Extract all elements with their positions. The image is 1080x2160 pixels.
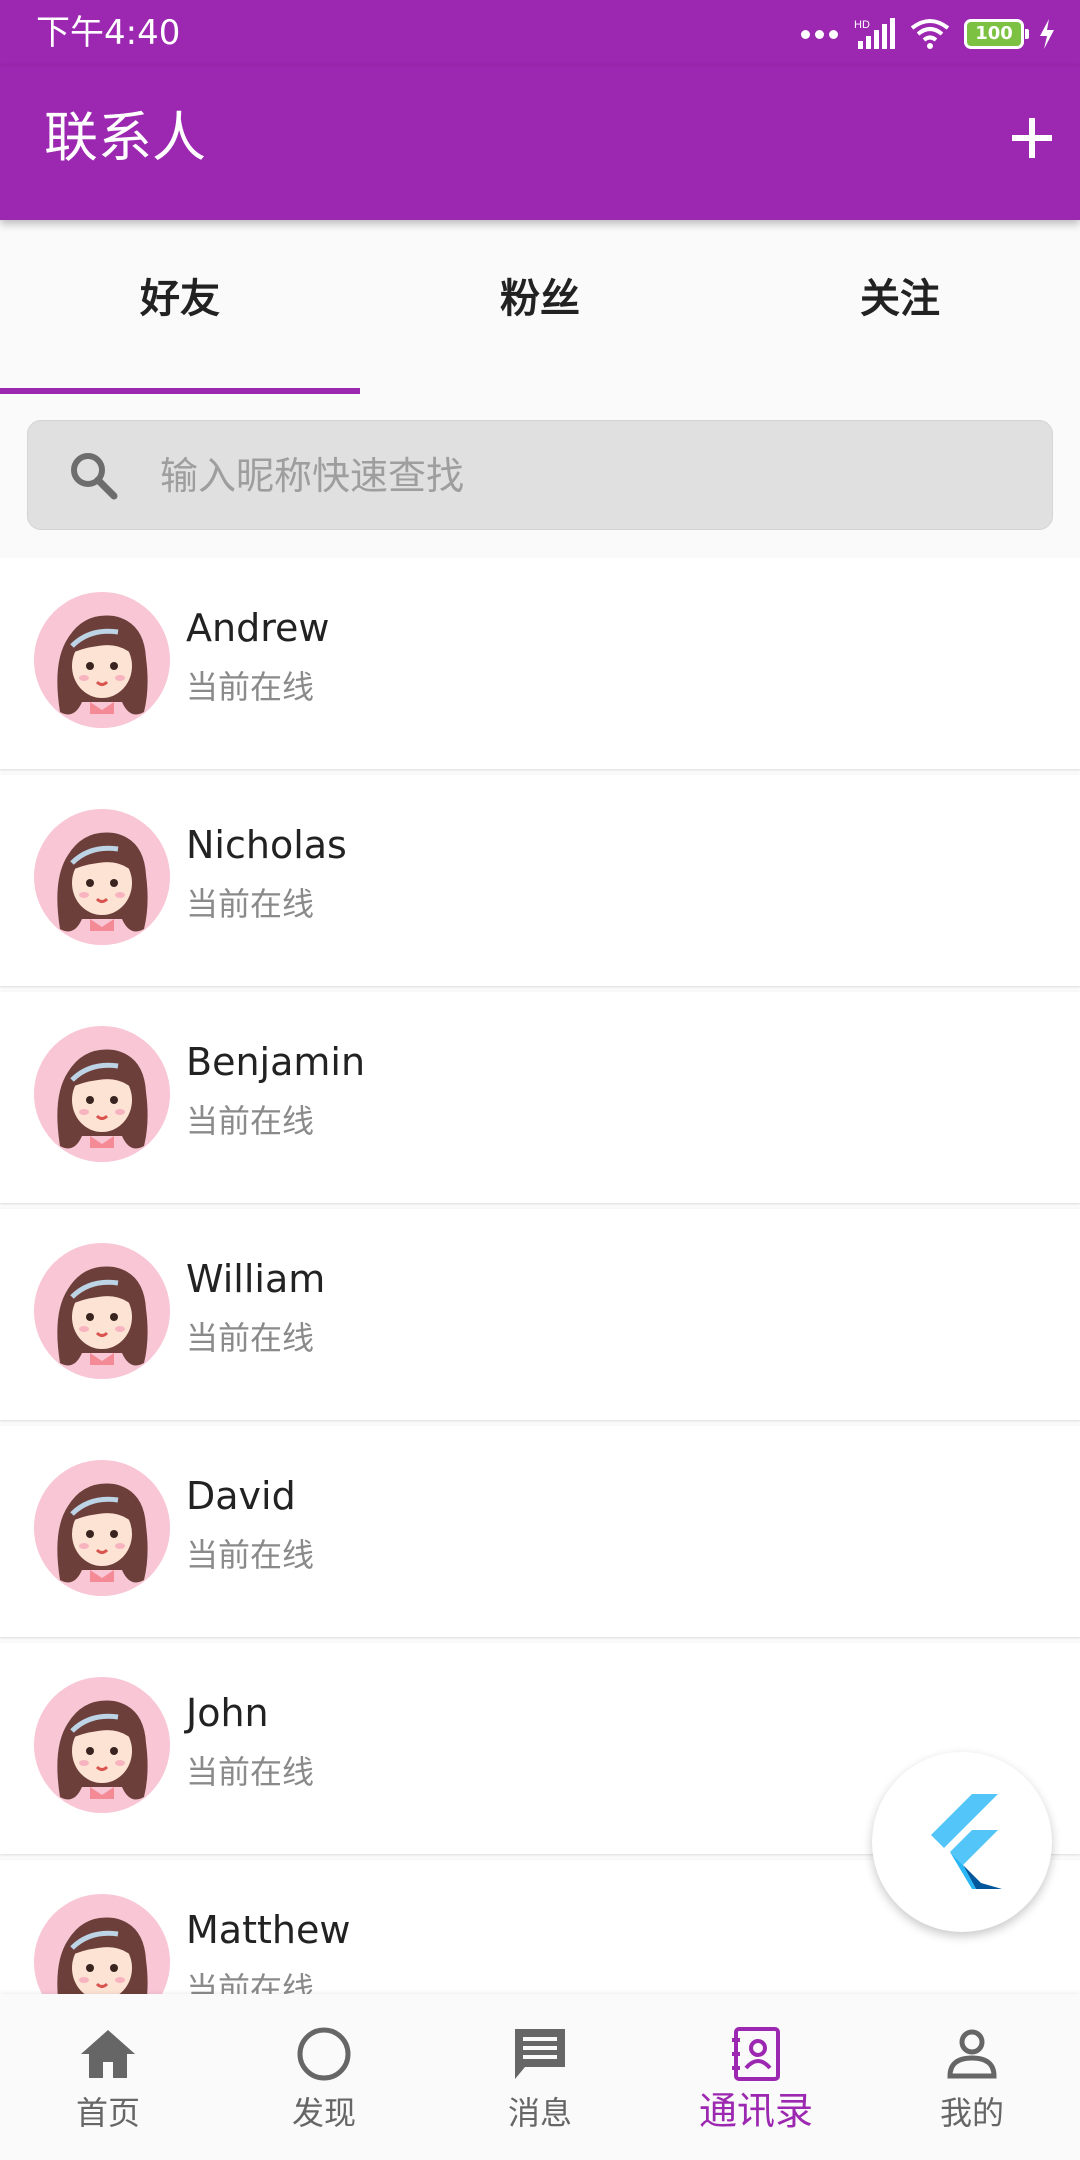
nav-item-discover[interactable]: 发现 <box>216 1994 432 2160</box>
more-dots-icon <box>801 29 838 39</box>
contact-list-item[interactable]: William 当前在线 <box>0 1209 1080 1420</box>
tab-bar: 好友 粉丝 关注 <box>0 220 1080 394</box>
tab-indicator <box>0 388 360 394</box>
contact-avatar <box>34 1026 170 1162</box>
contact-name: William <box>186 1257 326 1301</box>
contact-list-item[interactable]: Andrew 当前在线 <box>0 558 1080 769</box>
app-bar: 联系人 <box>0 66 1080 220</box>
contact-status: 当前在线 <box>186 668 315 706</box>
circle-icon <box>297 2027 351 2081</box>
tab-following[interactable]: 关注 <box>720 220 1080 394</box>
contact-status: 当前在线 <box>186 1753 315 1791</box>
nav-label-home: 首页 <box>75 2094 140 2132</box>
contact-name: David <box>186 1474 296 1518</box>
nav-label-messages: 消息 <box>507 2094 572 2132</box>
page-title: 联系人 <box>44 106 206 169</box>
plus-icon <box>1012 118 1052 158</box>
contact-status: 当前在线 <box>186 1102 315 1140</box>
person-icon <box>947 2029 997 2079</box>
nav-label-contacts: 通讯录 <box>698 2089 813 2133</box>
signal-icon: HD <box>854 18 895 49</box>
wifi-icon <box>910 19 950 49</box>
contact-status: 当前在线 <box>186 1536 315 1574</box>
contact-avatar <box>34 1894 170 1994</box>
search-icon <box>71 453 118 500</box>
battery-level: 100 <box>975 23 1013 44</box>
tab-friends[interactable]: 好友 <box>0 220 360 394</box>
contact-avatar <box>34 1460 170 1596</box>
tab-fans[interactable]: 粉丝 <box>360 220 720 394</box>
contact-status: 当前在线 <box>186 1319 315 1357</box>
contact-name: Benjamin <box>186 1040 366 1084</box>
app-screen: 下午4:40 HD 100 联系人 好友 粉丝 关注 输入昵称快速查找 Andr… <box>0 0 1080 2160</box>
add-contact-button[interactable] <box>996 102 1068 174</box>
contact-list-item[interactable]: Benjamin 当前在线 <box>0 992 1080 1203</box>
contacts-icon <box>732 2027 780 2081</box>
nav-item-contacts[interactable]: 通讯录 <box>648 1994 864 2160</box>
contact-avatar <box>34 1677 170 1813</box>
nav-label-profile: 我的 <box>939 2094 1004 2132</box>
status-time: 下午4:40 <box>36 13 181 53</box>
nav-item-profile[interactable]: 我的 <box>864 1994 1080 2160</box>
message-icon <box>515 2029 565 2079</box>
contact-list-item[interactable]: Nicholas 当前在线 <box>0 775 1080 986</box>
contact-status: 当前在线 <box>186 885 315 923</box>
contact-list-item[interactable]: David 当前在线 <box>0 1426 1080 1637</box>
search-box[interactable] <box>27 420 1053 530</box>
contact-name: Nicholas <box>186 823 347 867</box>
charging-bolt-icon <box>1040 19 1054 49</box>
contact-avatar <box>34 809 170 945</box>
flutter-logo-icon <box>931 1794 1002 1889</box>
status-bar: 下午4:40 HD 100 <box>0 0 1080 66</box>
contact-name: Matthew <box>186 1908 351 1952</box>
nav-item-home[interactable]: 首页 <box>0 1994 216 2160</box>
contact-status: 当前在线 <box>186 1970 315 1994</box>
contact-avatar <box>34 1243 170 1379</box>
status-icons: HD 100 <box>801 14 1056 54</box>
home-icon <box>81 2030 135 2078</box>
search-input[interactable] <box>160 441 1020 511</box>
nav-item-messages[interactable]: 消息 <box>432 1994 648 2160</box>
contact-name: Andrew <box>186 606 330 650</box>
bottom-navigation: 首页 发现 消息 通讯录 我的 <box>0 1994 1080 2160</box>
contact-name: John <box>186 1691 269 1735</box>
contact-avatar <box>34 592 170 728</box>
flutter-fab-button[interactable] <box>872 1752 1052 1932</box>
battery-icon: 100 <box>964 19 1029 49</box>
nav-label-discover: 发现 <box>291 2094 356 2132</box>
network-label: HD <box>854 19 870 31</box>
